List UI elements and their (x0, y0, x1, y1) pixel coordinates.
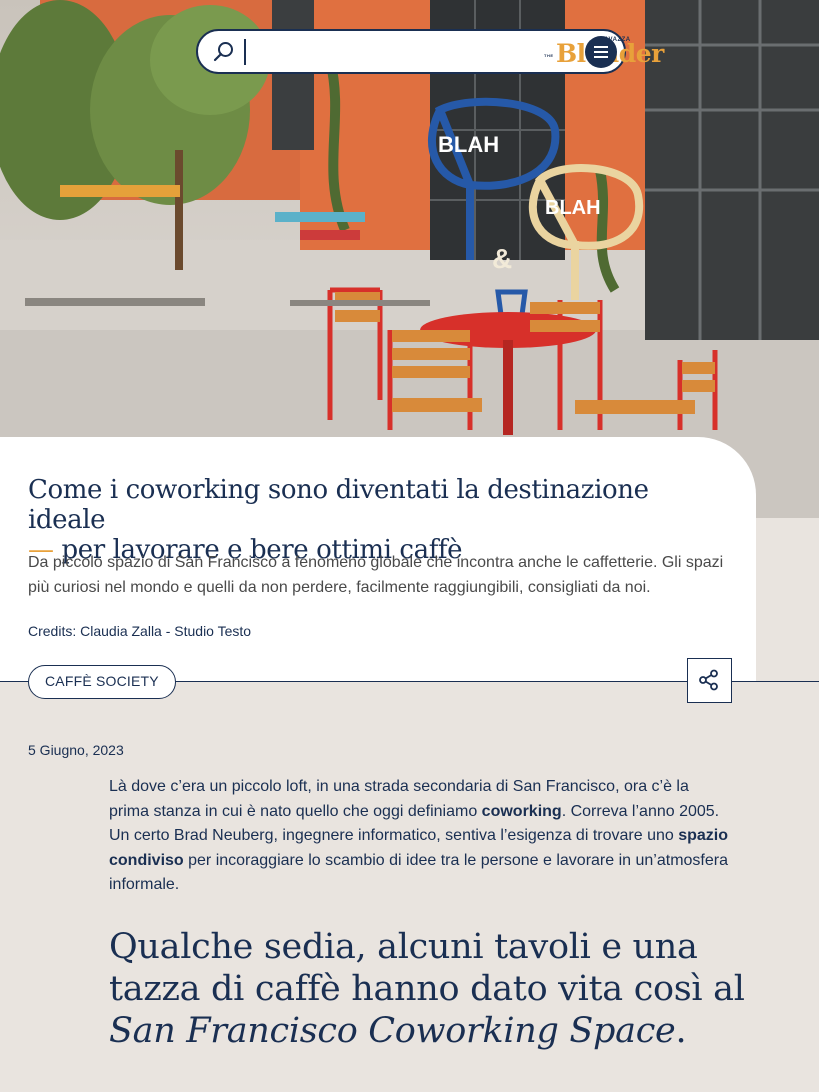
svg-text:BLAH: BLAH (438, 132, 499, 157)
article-subtitle: Da piccolo spazio di San Francisco a fen… (28, 554, 724, 596)
pull-quote-text: Qualche sedia, alcuni tavoli e una tazza… (109, 927, 745, 1009)
share-button[interactable] (687, 658, 732, 703)
svg-text:BLAH: BLAH (545, 197, 601, 219)
search-input-caret[interactable] (244, 39, 246, 65)
article-credits: Credits: Claudia Zalla - Studio Testo (28, 623, 252, 639)
top-navigation-bar: LAVAZZA THE Blender (196, 29, 664, 74)
hamburger-menu-icon[interactable] (585, 36, 617, 68)
article-paragraph: Là dove c’era un piccolo loft, in una st… (109, 775, 729, 898)
keyword-coworking: coworking (481, 802, 562, 820)
share-icon (699, 669, 718, 691)
article-date: 5 Giugno, 2023 (28, 742, 124, 758)
search-icon[interactable] (212, 40, 236, 64)
logo-the-text: THE (544, 53, 554, 58)
pull-quote: Qualche sedia, alcuni tavoli e una tazza… (109, 926, 789, 1052)
paragraph-text-3: per incoraggiare lo scambio di idee tra … (109, 851, 728, 894)
pull-quote-end: . (675, 1011, 687, 1051)
category-tag[interactable]: CAFFÈ SOCIETY (28, 665, 176, 699)
article-header-card: Come i coworking sono diventati la desti… (0, 437, 756, 681)
pull-quote-italic: San Francisco Coworking Space (109, 1011, 676, 1051)
article-title-line1: Come i coworking sono diventati la desti… (28, 475, 649, 535)
svg-text:&: & (492, 243, 512, 274)
